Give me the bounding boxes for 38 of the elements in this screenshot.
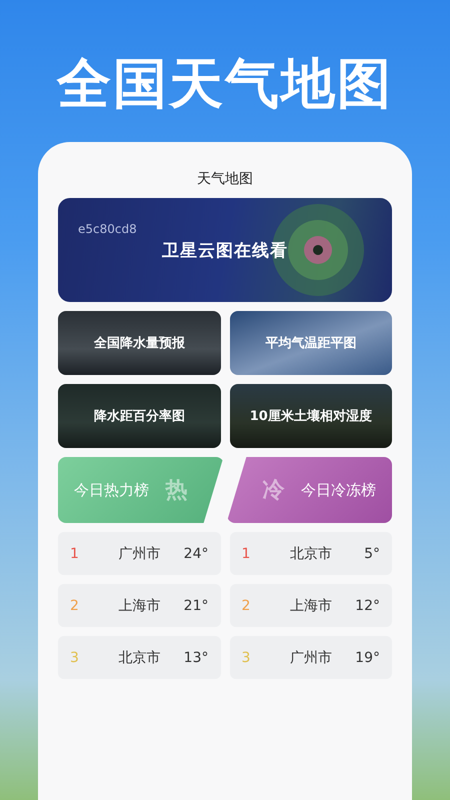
map-tile[interactable]: 10厘米土壤相对湿度 <box>230 384 392 448</box>
temperature: 13° <box>182 650 208 666</box>
map-tile[interactable]: 平均气温距平图 <box>230 311 392 375</box>
ranking-title: 今日热力榜 <box>74 480 149 500</box>
rank-number: 1 <box>70 546 80 562</box>
temperature: 5° <box>363 546 380 562</box>
temperature: 12° <box>354 598 380 614</box>
ranking-row[interactable]: 3 北京市 13° <box>58 636 220 679</box>
ranking-row[interactable]: 1 北京市 5° <box>230 532 392 575</box>
map-tile[interactable]: 降水距百分率图 <box>58 384 220 448</box>
rank-number: 3 <box>70 650 80 666</box>
ranking-title: 今日冷冻榜 <box>301 480 376 500</box>
satellite-banner[interactable]: e5c80cd8 卫星云图在线看 <box>58 198 392 302</box>
city-name: 上海市 <box>117 596 162 614</box>
ranking-row[interactable]: 3 广州市 19° <box>230 636 392 679</box>
ranking-watermark: 冷 <box>262 477 284 505</box>
map-tile[interactable]: 全国降水量预报 <box>58 311 220 375</box>
ranking-row[interactable]: 2 上海市 12° <box>230 584 392 627</box>
city-name: 上海市 <box>288 596 333 614</box>
city-name: 北京市 <box>288 544 333 562</box>
ranking-row[interactable]: 1 广州市 24° <box>58 532 220 575</box>
city-name: 广州市 <box>288 648 333 666</box>
ranking-row[interactable]: 2 上海市 21° <box>58 584 220 627</box>
city-name: 广州市 <box>117 544 162 562</box>
temperature: 24° <box>182 546 208 562</box>
banner-code: e5c80cd8 <box>78 222 137 236</box>
ranking-tab[interactable]: 冷 今日冷冻榜 <box>226 457 392 523</box>
rank-number: 1 <box>242 546 252 562</box>
rank-number: 3 <box>242 650 252 666</box>
headline: 全国天气地图 <box>57 51 393 117</box>
ranking-watermark: 热 <box>166 477 188 505</box>
temperature: 19° <box>354 650 380 666</box>
temperature: 21° <box>182 598 208 614</box>
banner-label: 卫星云图在线看 <box>162 240 288 262</box>
rank-number: 2 <box>70 598 80 614</box>
rank-number: 2 <box>242 598 252 614</box>
screen-title: 天气地图 <box>196 170 254 188</box>
city-name: 北京市 <box>117 648 162 666</box>
